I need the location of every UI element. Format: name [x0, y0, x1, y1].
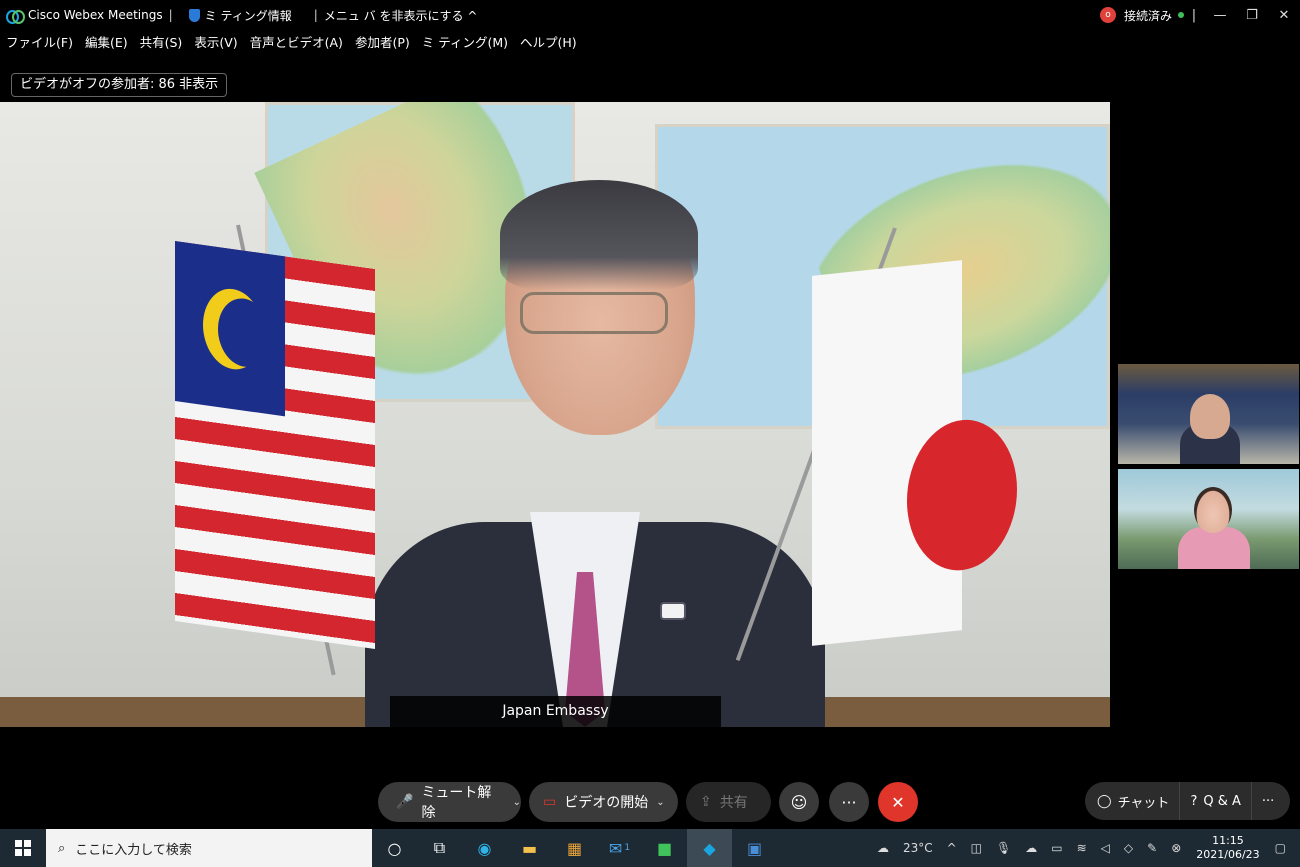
speaker-name-label: Japan Embassy — [390, 696, 721, 727]
store-icon[interactable]: ▦ — [552, 829, 597, 867]
chevron-down-icon[interactable]: ⌄ — [513, 797, 521, 808]
unmute-button[interactable]: 🎤 ミュート解除 ⌄ — [378, 782, 521, 822]
close-circle-icon[interactable]: ⊗ — [1164, 841, 1188, 855]
speaker-glasses — [520, 292, 668, 334]
shield-icon — [188, 8, 200, 22]
app-name: Cisco Webex Meetings — [28, 8, 163, 22]
restore-button[interactable]: ❐ — [1236, 0, 1268, 30]
hidden-participants-toggle[interactable]: ビデオがオフの参加者: 86 非表示 — [11, 73, 228, 97]
connection-status: 接続済み — [1123, 8, 1172, 23]
qa-button[interactable]: ? Q & A — [1180, 782, 1252, 820]
mail-icon[interactable]: ✉ 1 — [597, 829, 642, 867]
minimize-button[interactable]: — — [1204, 0, 1236, 30]
more-options-button[interactable]: ··· — [829, 782, 869, 822]
menu-file[interactable]: ファイル(F) — [0, 32, 79, 54]
task-view-icon[interactable]: ⧉ — [417, 829, 462, 867]
cortana-icon[interactable]: ○ — [372, 829, 417, 867]
reactions-button[interactable]: ☺ — [779, 782, 819, 822]
app-title: Cisco Webex Meetings — [0, 8, 163, 24]
malaysia-flag — [175, 240, 375, 650]
qa-label: Q & A — [1203, 793, 1241, 809]
weather-temperature[interactable]: 23°C — [896, 841, 940, 855]
menu-view[interactable]: 表示(V) — [188, 32, 243, 54]
menu-bar: ファイル(F) 編集(E) 共有(S) 表示(V) 音声とビデオ(A) 参加者(… — [0, 32, 583, 54]
share-button[interactable]: ⇪ 共有 — [686, 782, 771, 822]
menu-share[interactable]: 共有(S) — [134, 32, 189, 54]
microphone-muted-icon: 🎤 — [396, 794, 414, 810]
menu-audio-video[interactable]: 音声とビデオ(A) — [244, 32, 349, 54]
pen-icon[interactable]: ✎ — [1140, 841, 1164, 855]
menu-edit[interactable]: 編集(E) — [79, 32, 134, 54]
divider: | — [313, 8, 318, 22]
start-video-button[interactable]: ▭ ビデオの開始 ⌄ — [529, 782, 678, 822]
hide-menu-label: メニュ バ を非表示にする — [323, 8, 464, 23]
chevron-up-icon: ^ — [467, 8, 478, 23]
mail-badge: 1 — [624, 843, 631, 853]
share-label: 共有 — [719, 795, 748, 811]
wifi-icon[interactable]: ≋ — [1070, 841, 1094, 855]
unmute-label: ミュート解除 — [421, 785, 492, 821]
clock-date: 2021/06/23 — [1196, 848, 1260, 861]
webex-taskbar-icon[interactable]: ◆ — [687, 829, 732, 867]
photos-icon[interactable]: ▣ — [732, 829, 777, 867]
title-bar-right: o 接続済み | — ❐ ✕ — [1099, 0, 1300, 30]
camera-icon[interactable]: ◫ — [964, 841, 989, 855]
menu-meeting[interactable]: ミ ティング(M) — [416, 32, 514, 54]
start-button[interactable] — [0, 829, 46, 867]
clock-time: 11:15 — [1212, 834, 1244, 847]
chevron-down-icon[interactable]: ⌄ — [656, 797, 664, 808]
edge-browser-icon[interactable]: ◉ — [462, 829, 507, 867]
start-video-label: ビデオの開始 — [564, 795, 649, 811]
question-icon: ? — [1190, 793, 1198, 809]
panel-buttons: ◯ チャット ? Q & A ··· — [1085, 782, 1290, 820]
notifications-icon[interactable]: ▢ — [1268, 841, 1300, 855]
meeting-info-link[interactable]: ミ ティング情報 — [205, 7, 292, 24]
taskbar-search[interactable]: ⌕ ここに入力して検索 — [46, 829, 372, 867]
search-placeholder: ここに入力して検索 — [75, 842, 192, 858]
menu-participant[interactable]: 参加者(P) — [349, 32, 416, 54]
participant-thumbnail[interactable] — [1118, 364, 1299, 464]
title-bar: Cisco Webex Meetings | ミ ティング情報 | メニュ バ … — [0, 0, 1300, 30]
participant-thumbnail-empty[interactable] — [1118, 231, 1299, 361]
speaker-hair — [500, 180, 698, 290]
weather-cloud-icon[interactable]: ☁ — [870, 841, 896, 855]
clock[interactable]: 11:15 2021/06/23 — [1188, 834, 1267, 862]
divider: | — [1191, 7, 1197, 23]
volume-icon[interactable]: ◁ — [1094, 841, 1117, 855]
dropbox-icon[interactable]: ◇ — [1117, 841, 1140, 855]
share-icon: ⇪ — [700, 794, 712, 810]
smiley-icon: ☺ — [790, 792, 808, 812]
recording-icon: o — [1099, 7, 1116, 23]
system-tray: ☁ 23°C ^ ◫ 🎙 ☁ ▭ ≋ ◁ ◇ ✎ ⊗ 11:15 2021/06… — [870, 829, 1300, 867]
divider: | — [168, 8, 173, 22]
onedrive-icon[interactable]: ☁ — [1018, 841, 1044, 855]
chat-bubble-icon: ◯ — [1097, 793, 1112, 809]
panel-more-button[interactable]: ··· — [1252, 782, 1284, 820]
battery-icon[interactable]: ▭ — [1044, 841, 1069, 855]
chat-button[interactable]: ◯ チャット — [1085, 782, 1181, 820]
leave-meeting-button[interactable]: ✕ — [878, 782, 918, 822]
close-window-button[interactable]: ✕ — [1268, 0, 1300, 30]
search-icon: ⌕ — [58, 840, 66, 856]
webex-logo-icon — [6, 8, 25, 24]
japan-flag — [812, 260, 1017, 646]
file-explorer-icon[interactable]: ▬ — [507, 829, 552, 867]
participant-thumbnail[interactable] — [1118, 469, 1299, 569]
speaker-body — [365, 402, 825, 727]
chat-label: チャット — [1117, 795, 1170, 811]
windows-logo-icon — [15, 840, 31, 856]
windows-taskbar: ⌕ ここに入力して検索 ○ ⧉ ◉ ▬ ▦ ✉ 1 ■ ◆ ▣ ☁ 23°C ^ … — [0, 829, 1300, 867]
camera-off-icon: ▭ — [543, 794, 557, 810]
show-hidden-icons-icon[interactable]: ^ — [940, 841, 964, 855]
microphone-icon[interactable]: 🎙 — [989, 841, 1018, 855]
menu-help[interactable]: ヘルプ(H) — [514, 32, 583, 54]
hide-menu-bar-button[interactable]: メニュ バ を非表示にする ^ — [324, 7, 478, 24]
line-app-icon[interactable]: ■ — [642, 829, 687, 867]
